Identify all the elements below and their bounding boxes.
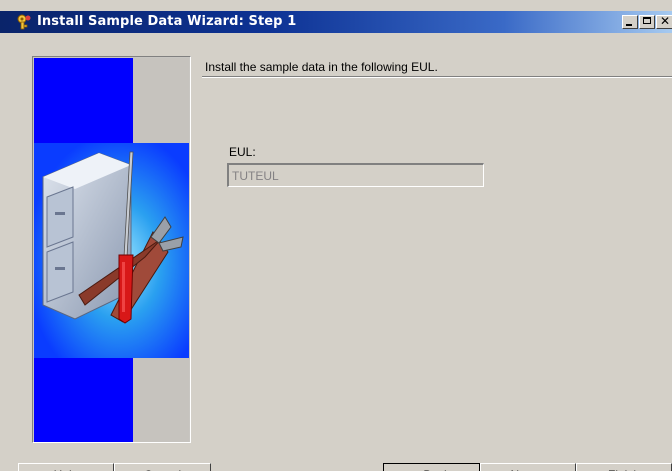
maximize-icon	[643, 17, 651, 24]
file-cabinet-tools-illustration	[34, 143, 189, 358]
instruction-text: Install the sample data in the following…	[205, 60, 438, 74]
back-button[interactable]: < Back	[383, 463, 480, 471]
help-button[interactable]: Help	[18, 463, 114, 471]
header-divider	[202, 76, 672, 78]
wizard-illustration	[32, 56, 191, 443]
wizard-window: Install Sample Data Wizard: Step 1 ✕ Ins…	[0, 0, 672, 471]
cancel-button[interactable]: Cancel	[114, 463, 211, 471]
maximize-button[interactable]	[639, 15, 655, 29]
minimize-icon	[626, 24, 632, 26]
window-title: Install Sample Data Wizard: Step 1	[37, 14, 297, 29]
eul-label: EUL:	[229, 145, 256, 159]
wizard-key-icon	[16, 14, 32, 30]
close-icon: ✕	[660, 14, 671, 28]
eul-field[interactable]	[227, 163, 484, 187]
close-button[interactable]: ✕	[656, 14, 672, 29]
next-button[interactable]: Next >	[480, 463, 576, 471]
title-bar[interactable]: Install Sample Data Wizard: Step 1 ✕	[0, 11, 672, 33]
minimize-button[interactable]	[622, 15, 638, 29]
finish-button[interactable]: Finish	[576, 463, 672, 471]
